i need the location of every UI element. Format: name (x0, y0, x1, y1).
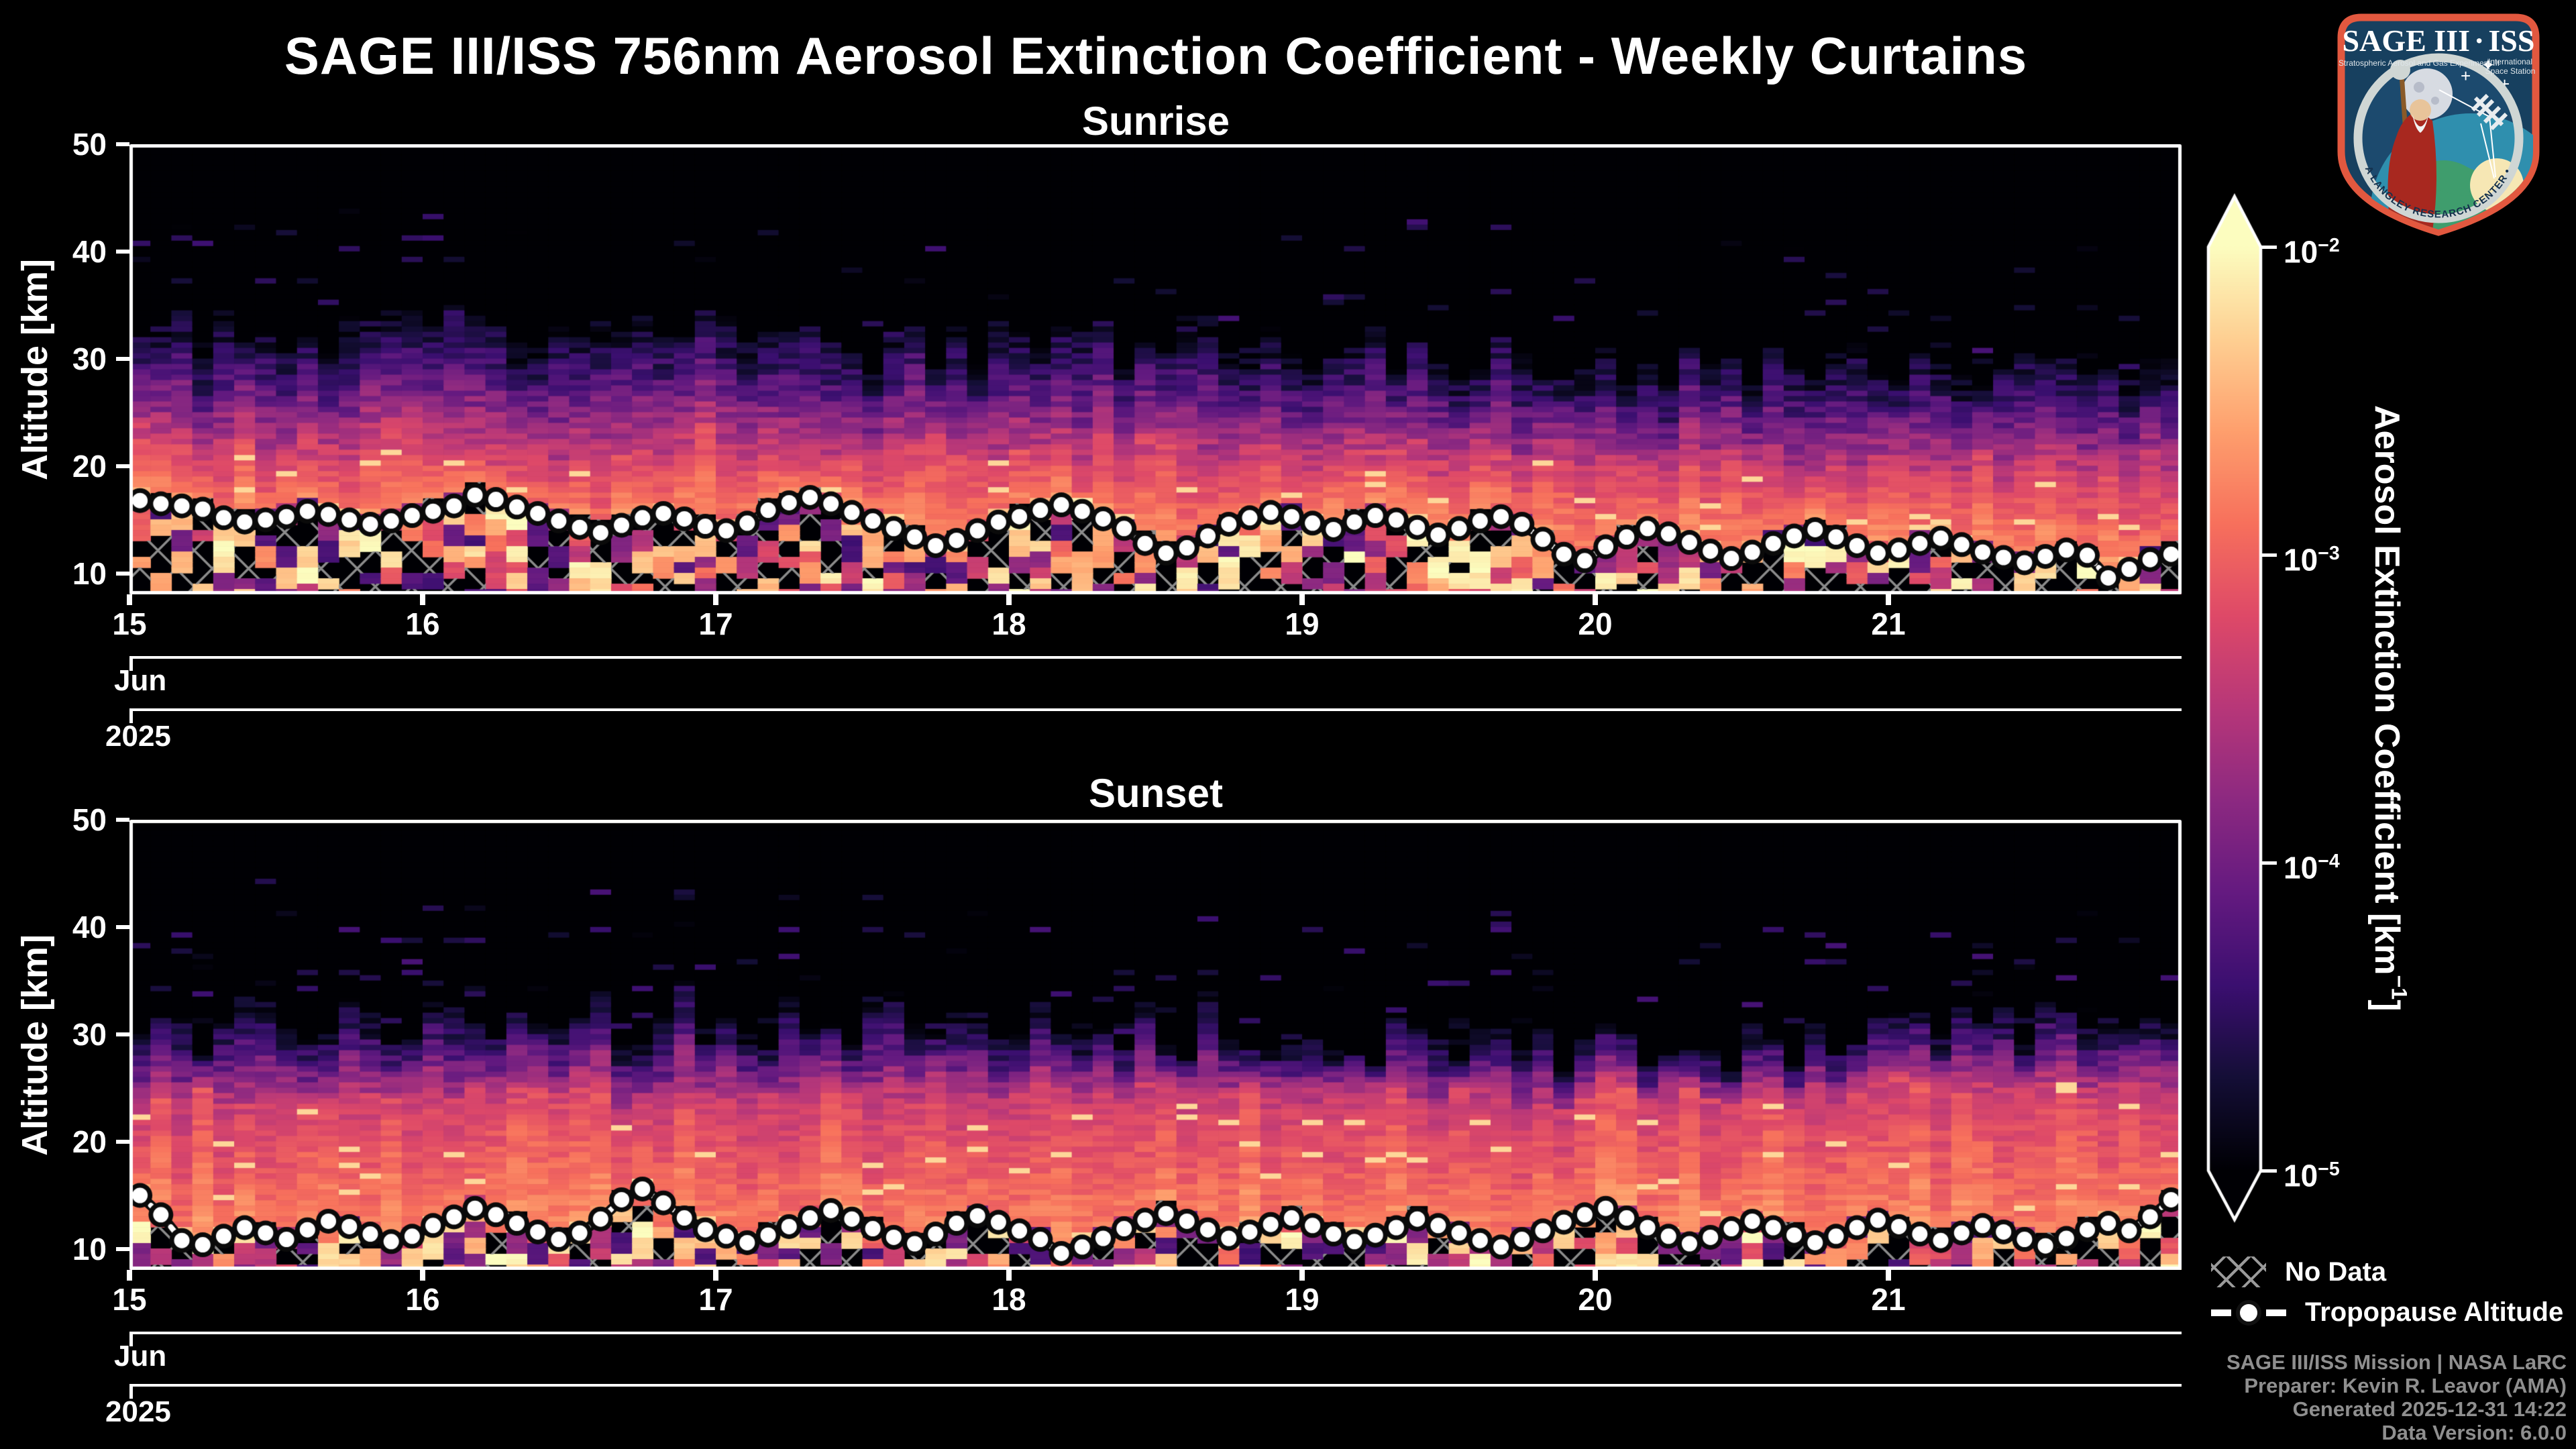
month-label: Jun (114, 664, 166, 698)
x-tick-label: 15 (76, 1282, 183, 1317)
legend-tropopause-label: Tropopause Altitude (2305, 1297, 2563, 1328)
month-label: Jun (114, 1340, 166, 1373)
y-tick-label: 40 (26, 910, 107, 945)
y-tick-label: 50 (26, 127, 107, 162)
year-label: 2025 (105, 720, 171, 753)
x-tick-label: 18 (955, 1282, 1063, 1317)
x-tick (127, 1270, 132, 1281)
x-tick-label: 20 (1542, 1282, 1649, 1317)
colorbar (2187, 181, 2308, 1248)
y-tick (116, 142, 129, 146)
attribution-line: Generated 2025-12-31 14:22 (2226, 1397, 2567, 1421)
sunset-heatmap-canvas (129, 820, 2182, 1270)
colorbar-tick-label: 10−4 (2284, 844, 2340, 885)
x-tick-label: 21 (1835, 1282, 1942, 1317)
colorbar-tick (2261, 861, 2277, 865)
x-tick-label: 16 (369, 1282, 476, 1317)
y-tick (116, 1247, 129, 1251)
x-tick (713, 1270, 718, 1281)
colorbar-tick (2261, 1169, 2277, 1173)
x-tick (1006, 1270, 1012, 1281)
y-tick (116, 572, 129, 576)
attribution: SAGE III/ISS Mission | NASA LaRC Prepare… (2226, 1350, 2567, 1444)
panel-title-sunrise: Sunrise (129, 98, 2182, 144)
x-tick-label: 15 (76, 606, 183, 641)
y-tick (116, 1032, 129, 1036)
logo-title: SAGE III·ISS (2343, 23, 2535, 58)
y-tick-label: 10 (26, 556, 107, 591)
colorbar-tick-label: 10−5 (2284, 1152, 2340, 1193)
x-tick-label: 16 (369, 606, 476, 641)
x-tick-label: 21 (1835, 606, 1942, 641)
year-axis-line (129, 1384, 2182, 1387)
page-title: SAGE III/ISS 756nm Aerosol Extinction Co… (129, 25, 2182, 87)
y-tick (116, 1140, 129, 1144)
sage-iss-mission-logo: +✦+ BALL • NASA LANGLEY RESEARCH CENTER … (2326, 9, 2551, 237)
no-data-hatch-icon (2211, 1256, 2266, 1287)
logo-subtitle-right1: International (2488, 57, 2532, 66)
x-tick-label: 18 (955, 606, 1063, 641)
x-tick (1886, 594, 1891, 605)
attribution-line: Preparer: Kevin R. Leavor (AMA) (2226, 1374, 2567, 1397)
colorbar-label-sup: −1 (2387, 975, 2411, 1000)
colorbar-label-post: ] (2367, 1000, 2406, 1011)
attribution-line: Data Version: 6.0.0 (2226, 1421, 2567, 1444)
y-tick-label: 30 (26, 341, 107, 376)
colorbar-tick-label: 10−3 (2284, 536, 2340, 577)
x-tick (420, 1270, 425, 1281)
x-tick (1593, 594, 1598, 605)
x-tick-label: 19 (1248, 606, 1356, 641)
logo-subtitle-left: Stratospheric Aerosol and Gas Experiment… (2339, 58, 2500, 68)
x-tick-label: 17 (662, 606, 769, 641)
colorbar-tick (2261, 246, 2277, 249)
month-axis-line (129, 1332, 2182, 1334)
x-tick (713, 594, 718, 605)
x-tick (1006, 594, 1012, 605)
y-tick-label: 20 (26, 449, 107, 484)
x-tick (1593, 1270, 1598, 1281)
y-tick (116, 250, 129, 254)
y-tick-label: 20 (26, 1124, 107, 1159)
legend-no-data: No Data (2211, 1256, 2386, 1287)
y-tick-label: 30 (26, 1017, 107, 1052)
colorbar-label-pre: Aerosol Extinction Coefficient [km (2367, 405, 2406, 975)
x-tick-label: 20 (1542, 606, 1649, 641)
svg-text:+: + (2461, 66, 2471, 86)
y-tick-label: 40 (26, 234, 107, 269)
y-tick-label: 50 (26, 802, 107, 837)
y-tick (116, 925, 129, 929)
y-tick (116, 464, 129, 468)
x-tick (420, 594, 425, 605)
y-tick-label: 10 (26, 1232, 107, 1267)
panel-title-sunset: Sunset (129, 770, 2182, 816)
year-axis-line (129, 708, 2182, 711)
month-axis-line (129, 656, 2182, 659)
legend-no-data-label: No Data (2285, 1257, 2386, 1287)
y-tick (116, 818, 129, 822)
logo-subtitle-right2: Space Station (2485, 66, 2536, 76)
legend-tropopause: Tropopause Altitude (2211, 1297, 2563, 1328)
tropopause-line-icon (2211, 1300, 2286, 1326)
sunrise-heatmap-canvas (129, 144, 2182, 594)
x-tick-label: 17 (662, 1282, 769, 1317)
colorbar-label: Aerosol Extinction Coefficient [km−1] (2367, 239, 2419, 1178)
y-tick (116, 357, 129, 361)
x-tick (1299, 594, 1305, 605)
x-tick (1886, 1270, 1891, 1281)
x-tick (1299, 1270, 1305, 1281)
year-label: 2025 (105, 1395, 171, 1429)
x-tick-label: 19 (1248, 1282, 1356, 1317)
x-tick (127, 594, 132, 605)
figure-stage: SAGE III/ISS 756nm Aerosol Extinction Co… (0, 0, 2576, 1449)
colorbar-tick (2261, 553, 2277, 557)
attribution-line: SAGE III/ISS Mission | NASA LaRC (2226, 1350, 2567, 1374)
